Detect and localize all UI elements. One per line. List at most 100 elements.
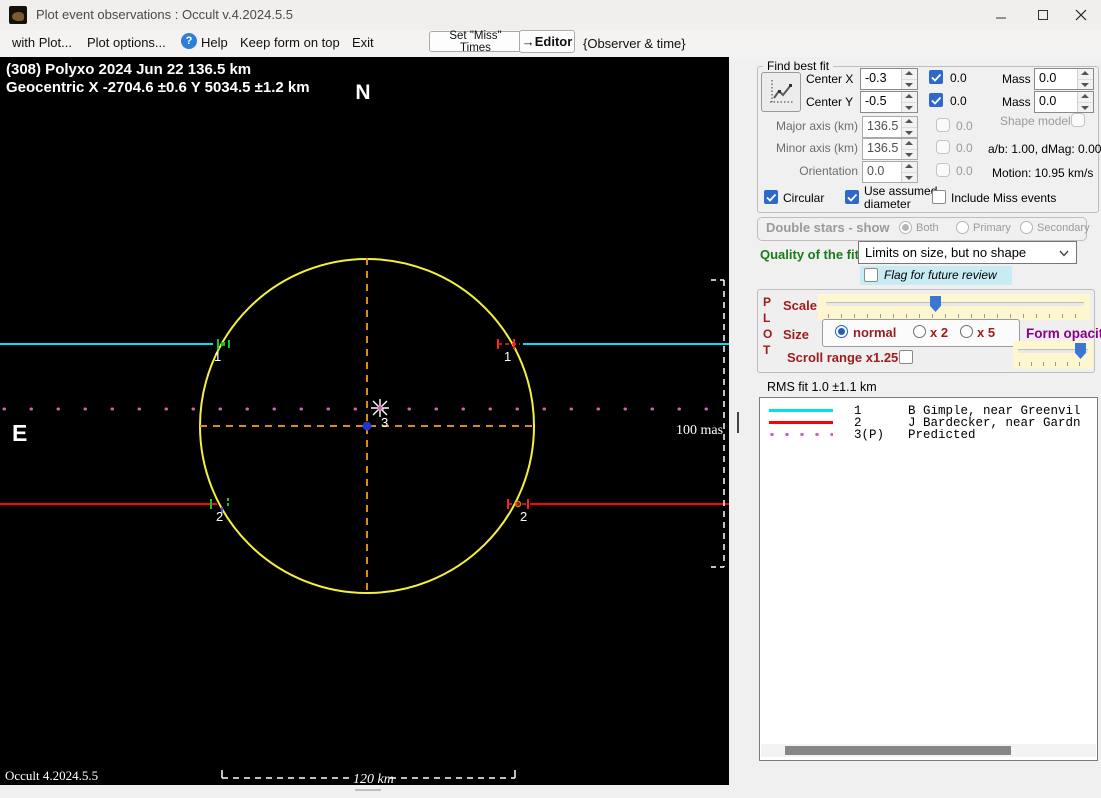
scale-slider-thumb[interactable] — [930, 296, 941, 312]
set-miss-times-button[interactable]: Set "Miss" Times — [429, 30, 522, 54]
menu-help[interactable]: Help — [201, 35, 228, 50]
orientation-err-value: 0.0 — [956, 164, 973, 178]
size-normal-label: normal — [853, 325, 897, 340]
plot-background — [0, 57, 729, 785]
circular-checkbox[interactable] — [764, 190, 778, 204]
orientation-spinner[interactable]: 0.0 — [862, 161, 918, 183]
size-x2-radio[interactable] — [913, 325, 926, 338]
list-item[interactable]: 3(P) Predicted — [760, 429, 1097, 441]
help-icon[interactable]: ? — [181, 33, 197, 49]
best-fit-plot-button[interactable] — [761, 72, 801, 112]
double-stars-primary-label: Primary — [973, 222, 1011, 234]
major-axis-arrows[interactable] — [901, 117, 917, 137]
title-bar[interactable]: Plot event observations : Occult v.4.202… — [0, 0, 1101, 31]
scale-slider-ticks — [828, 314, 1084, 318]
chord1-label-right: 1 — [504, 349, 511, 364]
menu-with-plot[interactable]: with Plot... — [12, 35, 72, 50]
menu-plot-options[interactable]: Plot options... — [87, 35, 166, 50]
orientation-arrows[interactable] — [901, 162, 917, 182]
form-opacity-thumb[interactable] — [1075, 343, 1086, 359]
mas-scale-label: 100 mas — [676, 423, 723, 438]
check-icon — [931, 96, 942, 105]
chord2-label-right: 2 — [520, 509, 527, 524]
use-assumed-line1: Use assumed — [864, 184, 938, 198]
scroll-range-label: Scroll range x1.25 — [787, 350, 899, 365]
double-stars-both-radio — [899, 221, 912, 234]
center-y-arrows[interactable] — [901, 92, 917, 112]
center-x-spinner[interactable]: -0.3 — [860, 68, 918, 90]
predicted-color-swatch — [769, 433, 833, 436]
quality-of-fit-label: Quality of the fit — [760, 247, 859, 262]
minor-axis-spinner[interactable]: 136.5 — [862, 138, 918, 160]
major-axis-value: 136.5 — [867, 119, 899, 133]
flag-review-checkbox[interactable] — [864, 268, 878, 282]
fit-center-dot — [362, 421, 372, 431]
check-icon — [766, 193, 777, 202]
chord1-label-left: 1 — [214, 349, 221, 364]
scroll-range-checkbox[interactable] — [899, 350, 913, 364]
minor-axis-value: 136.5 — [867, 141, 899, 155]
minimize-button[interactable] — [981, 0, 1021, 29]
major-axis-spinner[interactable]: 136.5 — [862, 116, 918, 138]
motion-label: Motion: 10.95 km/s — [992, 166, 1094, 180]
chord2-label-left: 2 — [216, 509, 223, 524]
shape-model-label: Shape model — [1000, 114, 1071, 128]
close-button[interactable] — [1061, 0, 1101, 29]
center-x-label: Center X — [806, 72, 854, 86]
use-assumed-line2: diameter — [864, 197, 911, 211]
plot-canvas[interactable]: 1 1 2 2 3 (308) Polyxo 2024 Jun 22 136.5… — [0, 57, 729, 785]
chart-icon — [770, 80, 794, 103]
window-title: Plot event observations : Occult v.4.202… — [36, 7, 294, 22]
double-stars-primary-radio — [956, 221, 969, 234]
center-x-arrows[interactable] — [901, 69, 917, 89]
use-assumed-diameter-checkbox[interactable] — [845, 190, 859, 204]
observations-list[interactable]: 1 B Gimple, near Greenvil 2 J Bardecker,… — [759, 397, 1098, 761]
double-stars-both-label: Both — [916, 222, 939, 234]
plot-letter-p: P — [763, 295, 772, 309]
list-item[interactable]: 1 B Gimple, near Greenvil — [760, 405, 1097, 417]
center-y-label: Center Y — [806, 95, 854, 109]
bottom-partial-mark — [355, 789, 381, 791]
major-axis-err-checkbox — [936, 118, 950, 132]
list-item[interactable]: 2 J Bardecker, near Gardn — [760, 417, 1097, 429]
obs-number: 2 — [854, 417, 862, 429]
mass-y-spinner[interactable]: 0.0 — [1034, 91, 1094, 113]
scrollbar-thumb[interactable] — [785, 746, 1011, 755]
find-best-fit-title: Find best fit — [763, 59, 834, 73]
orientation-label: Orientation — [799, 164, 858, 178]
form-opacity-label: Form opacity — [1026, 326, 1101, 341]
minor-axis-err-value: 0.0 — [956, 141, 973, 155]
km-scale-label: 120 km — [353, 772, 394, 785]
app-icon — [9, 6, 27, 24]
horizontal-scrollbar[interactable] — [761, 744, 1096, 757]
maximize-icon — [1038, 9, 1048, 20]
size-normal-radio[interactable] — [835, 325, 848, 338]
circular-label: Circular — [783, 191, 825, 205]
include-miss-events-checkbox[interactable] — [932, 190, 946, 204]
minor-axis-label: Minor axis (km) — [775, 141, 858, 155]
form-opacity-slider[interactable] — [1013, 341, 1093, 369]
menu-exit[interactable]: Exit — [352, 35, 374, 50]
quality-of-fit-dropdown[interactable]: Limits on size, but no shape — [858, 241, 1077, 264]
center-x-err-checkbox[interactable] — [929, 70, 943, 84]
scale-slider[interactable] — [818, 294, 1090, 320]
obs-name: J Bardecker, near Gardn — [908, 417, 1081, 429]
close-icon — [1075, 9, 1087, 20]
center-x-err-value: 0.0 — [950, 71, 967, 85]
mass-x-spinner[interactable]: 0.0 — [1034, 68, 1094, 90]
center-y-err-checkbox[interactable] — [929, 93, 943, 107]
observer-time-label: {Observer & time} — [583, 36, 686, 51]
form-tick-mark — [737, 412, 739, 433]
center-y-spinner[interactable]: -0.5 — [860, 91, 918, 113]
size-x5-radio[interactable] — [960, 325, 973, 338]
minor-axis-arrows[interactable] — [901, 139, 917, 159]
menu-keep-on-top[interactable]: Keep form on top — [240, 35, 340, 50]
maximize-button[interactable] — [1023, 0, 1063, 29]
editor-button[interactable]: →Editor — [519, 30, 575, 53]
chord1-color-swatch — [769, 409, 833, 412]
check-icon — [931, 73, 942, 82]
obs-number: 3(P) — [854, 429, 885, 441]
mass-x-arrows[interactable] — [1077, 69, 1093, 89]
orientation-err-checkbox — [936, 163, 950, 177]
mass-y-arrows[interactable] — [1077, 92, 1093, 112]
